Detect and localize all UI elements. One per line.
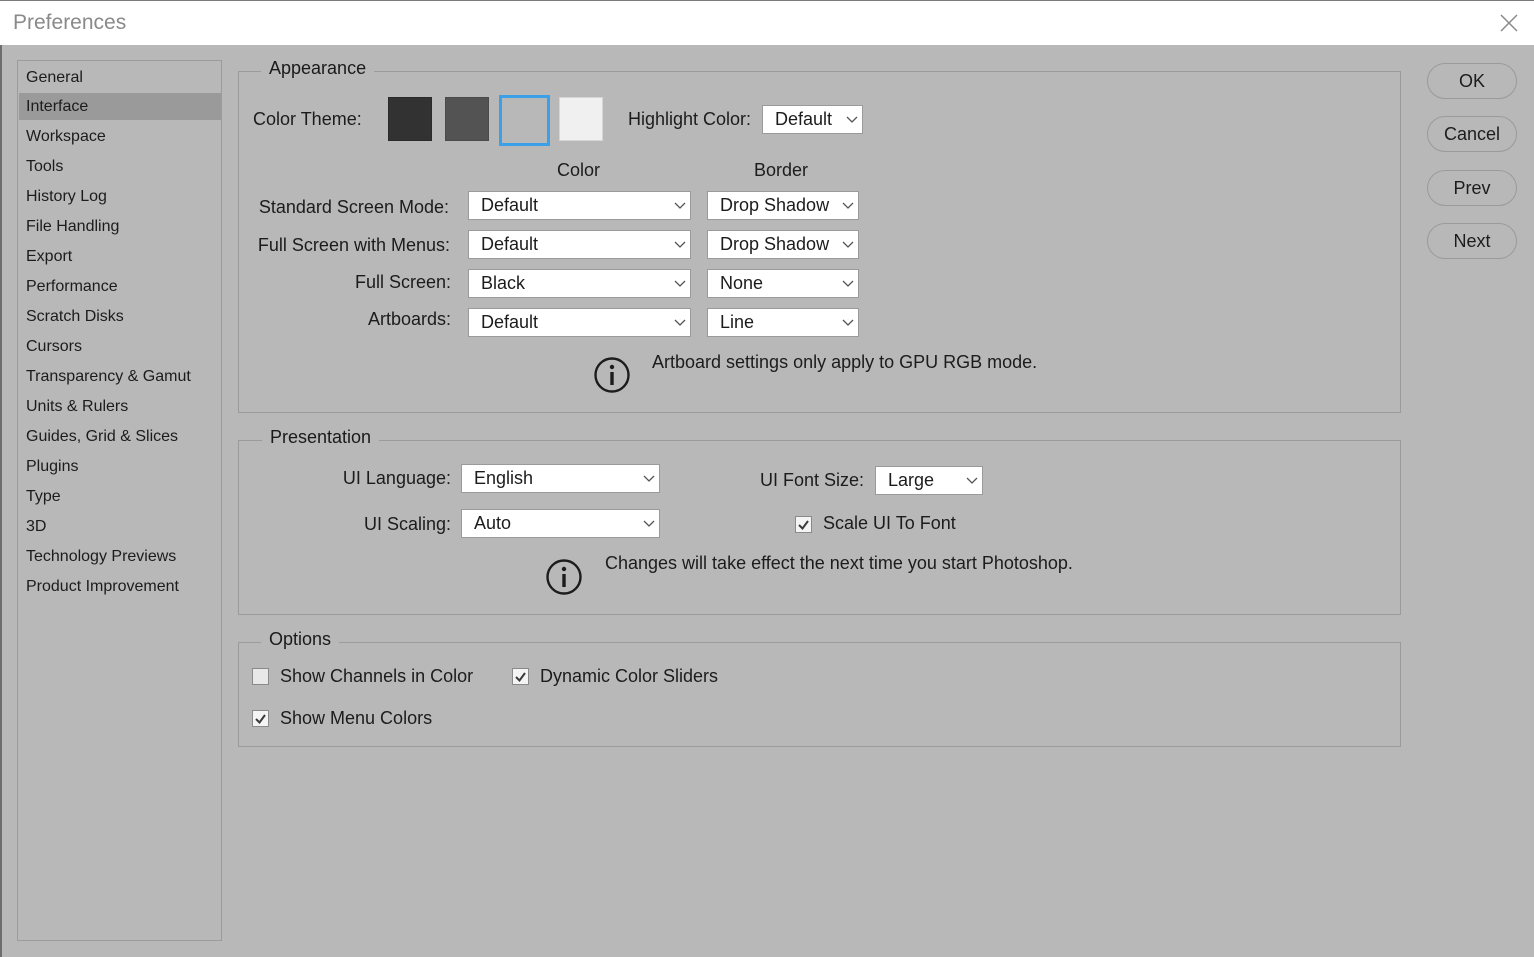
sidebar-item-history-log[interactable]: History Log xyxy=(19,183,221,210)
ui-scaling-value: Auto xyxy=(474,513,512,533)
standard-screen-color-dropdown[interactable]: Default xyxy=(468,191,691,220)
chevron-down-icon xyxy=(643,520,655,527)
standard-screen-color-value: Default xyxy=(481,195,539,215)
chevron-down-icon xyxy=(966,477,978,484)
title-bar: Preferences xyxy=(0,0,1534,45)
sidebar-item-product-improvement[interactable]: Product Improvement xyxy=(19,573,221,600)
presentation-title: Presentation xyxy=(262,427,380,448)
standard-screen-border-dropdown[interactable]: Drop Shadow xyxy=(707,191,859,220)
chevron-down-icon xyxy=(674,319,686,326)
full-screen-menus-color-value: Default xyxy=(481,234,539,254)
dynamic-color-sliders-checkbox[interactable] xyxy=(512,668,529,685)
window-edge xyxy=(0,45,2,957)
chevron-down-icon xyxy=(842,280,854,287)
info-icon xyxy=(594,357,630,393)
show-channels-in-color-label: Show Channels in Color xyxy=(280,666,474,686)
artboards-border-value: Line xyxy=(720,312,755,332)
close-icon[interactable] xyxy=(1498,12,1520,34)
checkmark-icon xyxy=(798,520,809,531)
full-screen-border-dropdown[interactable]: None xyxy=(707,269,859,298)
chevron-down-icon xyxy=(842,319,854,326)
sidebar-item-3d[interactable]: 3D xyxy=(19,513,221,540)
theme-swatch-dark[interactable] xyxy=(445,97,489,141)
ui-scaling-label: UI Scaling: xyxy=(363,514,451,534)
sidebar-item-scratch-disks[interactable]: Scratch Disks xyxy=(19,303,221,330)
theme-swatch-medium[interactable] xyxy=(499,95,550,146)
full-screen-menus-border-dropdown[interactable]: Drop Shadow xyxy=(707,230,859,259)
cancel-button[interactable]: Cancel xyxy=(1427,116,1517,152)
full-screen-color-dropdown[interactable]: Black xyxy=(468,269,691,298)
sidebar-item-file-handling[interactable]: File Handling xyxy=(19,213,221,240)
appearance-title: Appearance xyxy=(261,58,375,79)
full-screen-label: Full Screen: xyxy=(354,272,451,292)
standard-screen-mode-label: Standard Screen Mode: xyxy=(258,197,449,217)
chevron-down-icon xyxy=(842,202,854,209)
sidebar-item-guides-grid-slices[interactable]: Guides, Grid & Slices xyxy=(19,423,221,450)
info-icon xyxy=(546,559,582,595)
window-title: Preferences xyxy=(13,11,127,34)
highlight-color-label: Highlight Color: xyxy=(628,109,752,129)
theme-swatch-light[interactable] xyxy=(559,97,603,141)
ok-button[interactable]: OK xyxy=(1427,63,1517,99)
restart-note: Changes will take effect the next time y… xyxy=(605,553,1073,573)
sidebar-item-transparency-gamut[interactable]: Transparency & Gamut xyxy=(19,363,221,390)
sidebar-item-cursors[interactable]: Cursors xyxy=(19,333,221,360)
sidebar-item-tools[interactable]: Tools xyxy=(19,153,221,180)
full-screen-color-value: Black xyxy=(481,273,526,293)
prev-button[interactable]: Prev xyxy=(1427,170,1517,206)
full-screen-menus-label: Full Screen with Menus: xyxy=(257,235,450,255)
standard-screen-border-value: Drop Shadow xyxy=(720,195,830,215)
scale-ui-to-font-label: Scale UI To Font xyxy=(823,513,956,533)
chevron-down-icon xyxy=(643,475,655,482)
sidebar-item-export[interactable]: Export xyxy=(19,243,221,270)
scale-ui-to-font-checkbox[interactable] xyxy=(795,516,812,533)
ui-language-label: UI Language: xyxy=(342,468,451,488)
sidebar-item-type[interactable]: Type xyxy=(19,483,221,510)
chevron-down-icon xyxy=(674,202,686,209)
ui-font-size-value: Large xyxy=(888,470,935,490)
preferences-sidebar: General Interface Workspace Tools Histor… xyxy=(17,60,222,941)
ui-language-dropdown[interactable]: English xyxy=(461,464,660,493)
sidebar-item-units-rulers[interactable]: Units & Rulers xyxy=(19,393,221,420)
artboards-label: Artboards: xyxy=(367,309,451,329)
options-title: Options xyxy=(261,629,340,650)
border-column-header: Border xyxy=(754,160,809,180)
dynamic-color-sliders-label: Dynamic Color Sliders xyxy=(540,666,719,686)
show-menu-colors-label: Show Menu Colors xyxy=(280,708,433,728)
chevron-down-icon xyxy=(846,116,858,123)
checkmark-icon xyxy=(515,672,526,683)
full-screen-menus-border-value: Drop Shadow xyxy=(720,234,830,254)
sidebar-item-general[interactable]: General xyxy=(19,64,221,91)
ui-scaling-dropdown[interactable]: Auto xyxy=(461,509,660,538)
artboard-note: Artboard settings only apply to GPU RGB … xyxy=(652,352,1038,372)
ui-font-size-label: UI Font Size: xyxy=(760,470,865,490)
artboards-color-value: Default xyxy=(481,312,539,332)
sidebar-item-workspace[interactable]: Workspace xyxy=(19,123,221,150)
theme-swatch-darkest[interactable] xyxy=(388,97,432,141)
options-group: Options xyxy=(238,629,1401,747)
artboards-border-dropdown[interactable]: Line xyxy=(707,308,859,337)
ui-language-value: English xyxy=(474,468,534,488)
color-column-header: Color xyxy=(557,160,601,180)
highlight-color-dropdown[interactable]: Default xyxy=(762,105,863,134)
chevron-down-icon xyxy=(674,241,686,248)
full-screen-menus-color-dropdown[interactable]: Default xyxy=(468,230,691,259)
color-theme-label: Color Theme: xyxy=(253,109,362,129)
ui-font-size-dropdown[interactable]: Large xyxy=(875,466,983,495)
sidebar-item-performance[interactable]: Performance xyxy=(19,273,221,300)
show-channels-in-color-checkbox[interactable] xyxy=(252,668,269,685)
sidebar-item-plugins[interactable]: Plugins xyxy=(19,453,221,480)
artboards-color-dropdown[interactable]: Default xyxy=(468,308,691,337)
checkmark-icon xyxy=(255,714,266,725)
next-button[interactable]: Next xyxy=(1427,223,1517,259)
show-menu-colors-checkbox[interactable] xyxy=(252,710,269,727)
highlight-color-value: Default xyxy=(775,109,833,129)
chevron-down-icon xyxy=(674,280,686,287)
sidebar-item-interface[interactable]: Interface xyxy=(19,93,221,120)
full-screen-border-value: None xyxy=(720,273,764,293)
chevron-down-icon xyxy=(842,241,854,248)
sidebar-item-technology-previews[interactable]: Technology Previews xyxy=(19,543,221,570)
